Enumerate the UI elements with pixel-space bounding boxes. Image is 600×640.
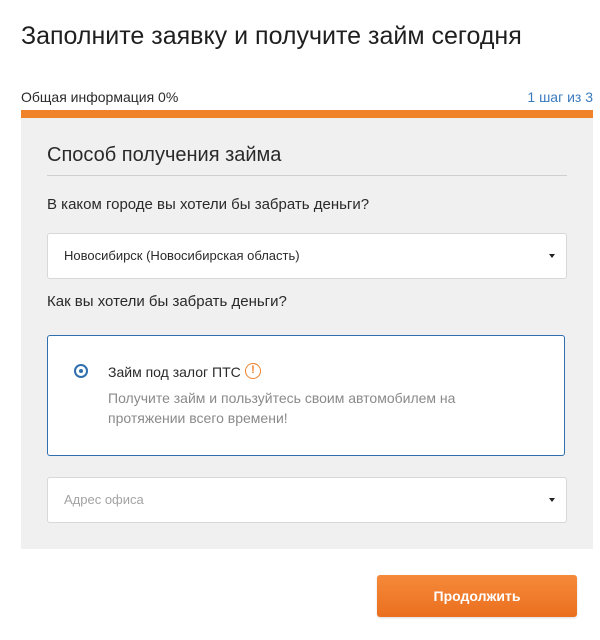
radio-selected-dot bbox=[79, 369, 83, 373]
section-divider bbox=[47, 175, 567, 176]
city-select[interactable]: Новосибирск (Новосибирская область) bbox=[47, 233, 567, 279]
info-icon[interactable]: ! bbox=[245, 363, 261, 379]
city-question-label: В каком городе вы хотели бы забрать день… bbox=[47, 196, 370, 213]
form-panel: Способ получения займа В каком городе вы… bbox=[21, 118, 593, 549]
progress-bar bbox=[21, 110, 593, 118]
method-question-label: Как вы хотели бы забрать деньги? bbox=[47, 293, 287, 310]
progress-header: Общая информация 0% 1 шаг из 3 bbox=[21, 87, 593, 107]
chevron-down-icon bbox=[549, 254, 555, 258]
office-address-select[interactable]: Адрес офиса bbox=[47, 477, 567, 523]
loan-application-page: Заполните заявку и получите займ сегодня… bbox=[0, 0, 600, 640]
chevron-down-icon bbox=[549, 498, 555, 502]
loan-option-title: Займ под залог ПТС bbox=[108, 364, 241, 380]
loan-option-description: Получите займ и пользуйтесь своим автомо… bbox=[108, 390, 456, 426]
section-title: Способ получения займа bbox=[47, 144, 282, 166]
page-title: Заполните заявку и получите займ сегодня bbox=[21, 22, 522, 50]
step-indicator-link[interactable]: 1 шаг из 3 bbox=[527, 87, 593, 107]
loan-option-card-pts[interactable]: Займ под залог ПТС ! Получите займ и пол… bbox=[47, 335, 565, 456]
city-select-value: Новосибирск (Новосибирская область) bbox=[64, 248, 300, 263]
office-address-placeholder: Адрес офиса bbox=[64, 492, 144, 507]
progress-label: Общая информация 0% bbox=[21, 89, 179, 105]
loan-option-radio[interactable] bbox=[74, 364, 88, 378]
continue-button[interactable]: Продолжить bbox=[377, 575, 577, 617]
